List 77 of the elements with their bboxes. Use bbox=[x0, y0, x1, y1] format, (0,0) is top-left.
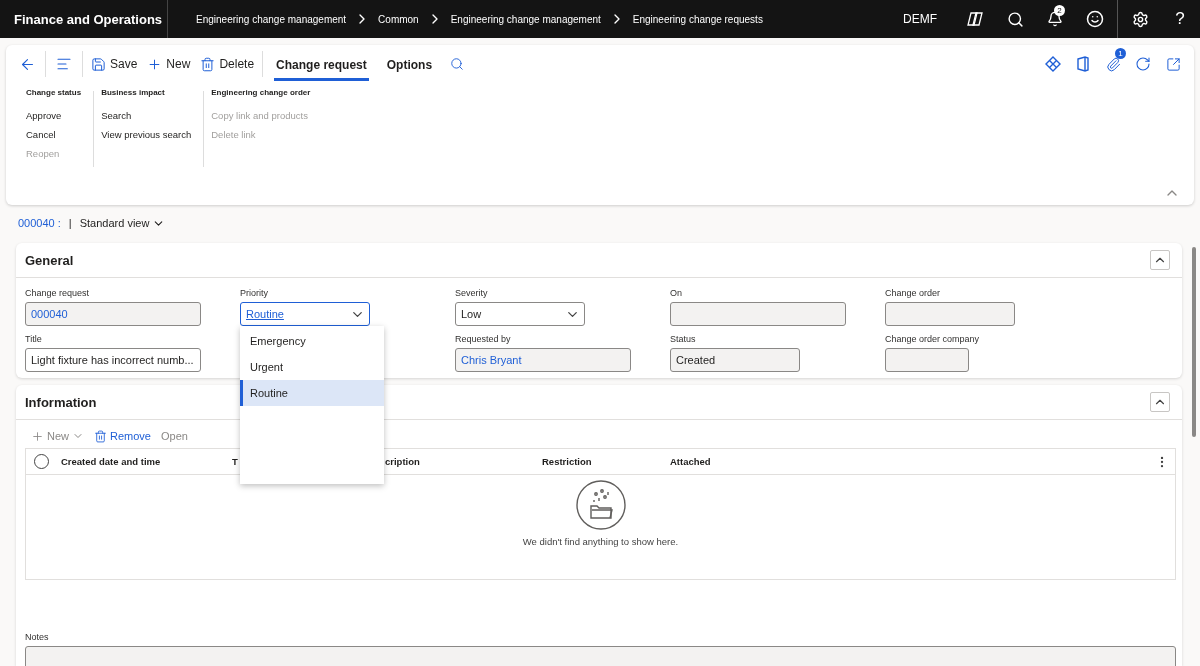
column-header[interactable]: Restriction bbox=[542, 456, 670, 467]
refresh-icon bbox=[1135, 56, 1151, 72]
input-field[interactable]: Light fixture has incorrect numb... bbox=[25, 348, 201, 372]
trash-icon bbox=[94, 429, 107, 443]
app-title: Finance and Operations bbox=[0, 0, 168, 38]
input-field[interactable] bbox=[885, 302, 1015, 326]
menu-icon bbox=[56, 56, 72, 72]
ribbon-action[interactable]: Cancel bbox=[26, 125, 82, 144]
ribbon-tab[interactable]: Change request bbox=[274, 47, 369, 81]
field-label: Title bbox=[25, 334, 43, 346]
copilot-icon bbox=[966, 10, 984, 28]
input-field[interactable] bbox=[670, 302, 846, 326]
smiley-icon bbox=[1086, 10, 1104, 28]
ribbon-action[interactable]: Search bbox=[101, 106, 192, 125]
column-header[interactable]: cription bbox=[385, 456, 542, 467]
ribbon-action[interactable]: View previous search bbox=[101, 125, 192, 144]
help-button[interactable]: ? bbox=[1160, 0, 1200, 38]
field-label: Priority bbox=[240, 288, 269, 300]
pop-out-icon bbox=[1165, 56, 1181, 72]
field-label: Change order company bbox=[885, 334, 981, 346]
new-button[interactable]: New bbox=[142, 50, 196, 78]
remove-button[interactable]: Remove bbox=[94, 429, 151, 443]
plus-icon bbox=[147, 56, 163, 72]
input-field[interactable]: Created bbox=[670, 348, 800, 372]
view-selector[interactable]: Standard view bbox=[79, 216, 166, 230]
company-label[interactable]: DEMF bbox=[903, 12, 937, 26]
settings-icon bbox=[1131, 10, 1149, 28]
field-label: On bbox=[670, 288, 683, 300]
group-title: Change status bbox=[26, 88, 82, 99]
field-label: Requested by bbox=[455, 334, 512, 346]
notification-badge: 2 bbox=[1054, 5, 1065, 16]
delete-button[interactable]: Delete bbox=[195, 50, 260, 78]
attachment-badge: 1 bbox=[1115, 48, 1126, 59]
collapse-button[interactable] bbox=[1150, 392, 1170, 412]
record-id-link[interactable]: 000040 : bbox=[18, 217, 61, 229]
office-icon bbox=[1076, 56, 1090, 72]
field-label: Notes bbox=[25, 632, 50, 644]
empty-message: We didn't find anything to show here. bbox=[522, 536, 679, 547]
separator-text: | bbox=[68, 217, 72, 229]
breadcrumb-link[interactable]: Engineering change management bbox=[196, 13, 347, 25]
save-button[interactable]: Save bbox=[86, 50, 143, 78]
empty-folder-icon bbox=[575, 480, 626, 530]
ribbon-tab[interactable]: Options bbox=[384, 47, 435, 81]
section-title: General bbox=[25, 252, 74, 268]
field-label: Change order bbox=[885, 288, 942, 300]
input-field[interactable] bbox=[885, 348, 969, 372]
bell-icon bbox=[1047, 11, 1063, 27]
search-icon bbox=[1006, 10, 1024, 28]
diamond-icon bbox=[1045, 56, 1061, 72]
notifications-button[interactable]: 2 bbox=[1035, 0, 1075, 38]
scrollbar[interactable] bbox=[1192, 247, 1196, 437]
breadcrumb-link[interactable]: Engineering change requests bbox=[632, 13, 763, 25]
section-title: Information bbox=[25, 394, 97, 410]
trash-icon bbox=[200, 56, 216, 72]
group-title: Business impact bbox=[101, 88, 166, 99]
search-icon bbox=[450, 57, 465, 71]
column-header[interactable]: Created date and time bbox=[61, 456, 232, 467]
attachments-button[interactable]: 1 bbox=[1098, 50, 1128, 78]
dropdown-field[interactable]: Low bbox=[455, 302, 585, 326]
paperclip-icon bbox=[1105, 56, 1121, 72]
breadcrumb-link[interactable]: Engineering change management bbox=[450, 13, 601, 25]
ribbon-action[interactable]: Approve bbox=[26, 106, 82, 125]
dropdown-field[interactable]: Routine bbox=[240, 302, 370, 326]
breadcrumb-link[interactable]: Common bbox=[378, 13, 419, 25]
dropdown-option[interactable]: Emergency bbox=[240, 328, 384, 354]
plus-icon bbox=[31, 429, 44, 443]
dropdown-option[interactable]: Routine bbox=[240, 380, 384, 406]
column-header[interactable]: Attached bbox=[670, 456, 1155, 467]
dropdown-option[interactable]: Urgent bbox=[240, 354, 384, 380]
input-field[interactable]: 000040 bbox=[25, 302, 201, 326]
select-all-checkbox[interactable] bbox=[34, 454, 49, 469]
group-title: Engineering change order bbox=[211, 88, 311, 99]
collapse-button[interactable] bbox=[1150, 250, 1170, 270]
field-label: Severity bbox=[455, 288, 489, 300]
field-label: Status bbox=[670, 334, 697, 346]
field-label: Change request bbox=[25, 288, 91, 300]
input-field[interactable]: Chris Bryant bbox=[455, 348, 631, 372]
